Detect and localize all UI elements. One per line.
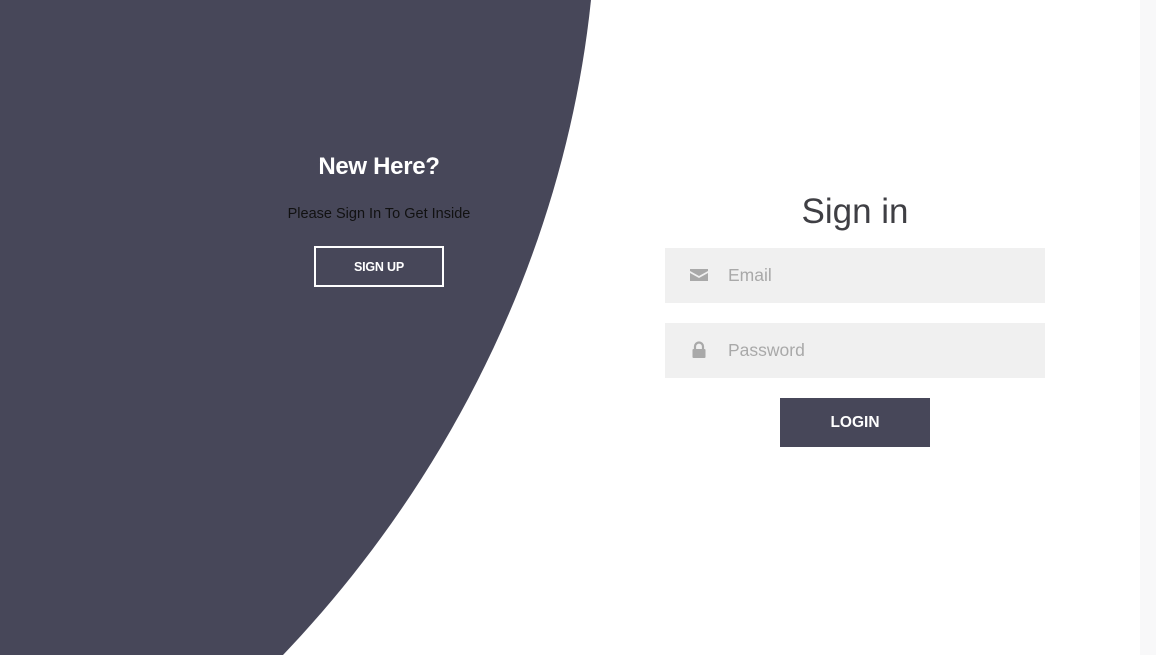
password-field-container — [665, 323, 1045, 378]
password-input[interactable] — [728, 323, 1028, 378]
signin-title: Sign in — [801, 192, 909, 231]
email-field-container — [665, 248, 1045, 303]
signin-page: New Here? Please Sign In To Get Inside S… — [0, 0, 1156, 655]
new-here-title: New Here? — [318, 153, 440, 180]
sign-up-button[interactable]: SIGN UP — [314, 246, 444, 287]
envelope-icon — [690, 269, 708, 281]
signin-form: Sign in LOGIN — [665, 190, 1045, 447]
email-input[interactable] — [728, 248, 1028, 303]
login-button-wrap: LOGIN — [665, 398, 1045, 447]
left-panel: New Here? Please Sign In To Get Inside S… — [250, 150, 508, 287]
login-button[interactable]: LOGIN — [780, 398, 930, 447]
lock-icon — [692, 341, 706, 358]
signup-prompt-text: Please Sign In To Get Inside — [287, 206, 471, 222]
